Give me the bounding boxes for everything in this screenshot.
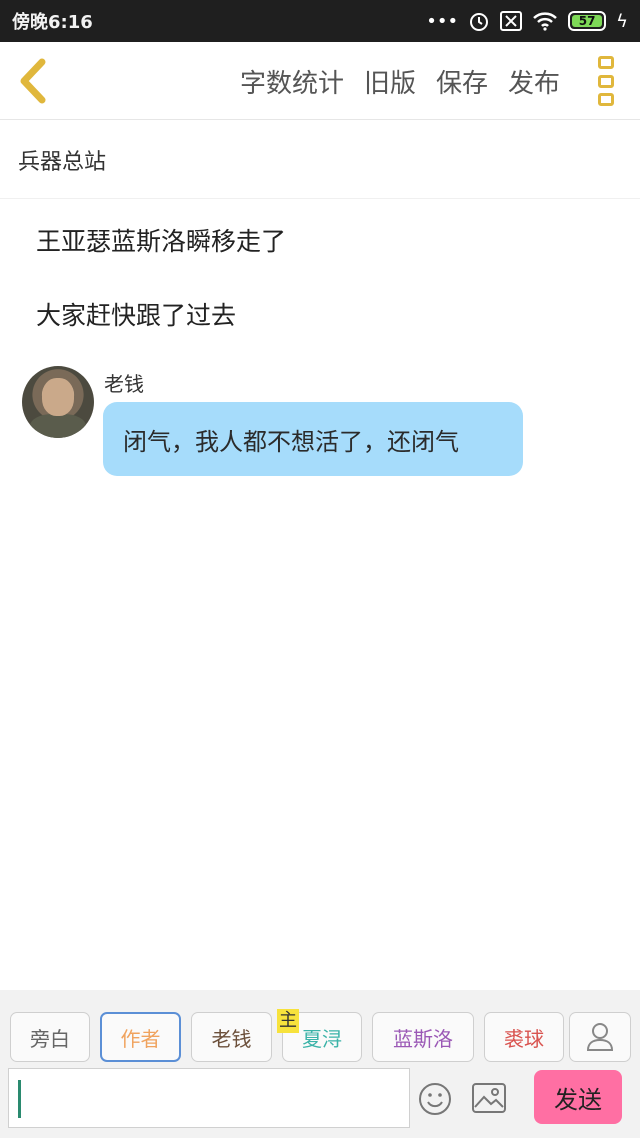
role-xiaxun[interactable]: 主 夏浔: [277, 1009, 362, 1062]
toolbar-actions: 字数统计 旧版 保存 发布: [240, 42, 560, 120]
main-role-badge: 主: [277, 1009, 299, 1033]
charging-icon: ϟ: [616, 10, 628, 32]
composer-panel: 旁白 作者 老钱 主 夏浔 蓝斯洛 裘球 发送: [0, 990, 640, 1138]
narration-line[interactable]: 大家赶快跟了过去: [36, 296, 236, 332]
role-laoqian[interactable]: 老钱: [191, 1012, 272, 1062]
role-label: 老钱: [211, 1026, 252, 1051]
role-label: 夏浔: [302, 1026, 342, 1051]
alarm-icon: [470, 13, 489, 31]
role-label: 裘球: [504, 1026, 544, 1051]
role-author[interactable]: 作者: [100, 1012, 181, 1062]
story-content: 王亚瑟蓝斯洛瞬移走了 大家赶快跟了过去 老钱 闭气，我人都不想活了，还闭气: [0, 200, 640, 990]
input-row: 发送: [8, 1068, 632, 1130]
more-vertical-icon[interactable]: [598, 56, 616, 106]
chat-message: 老钱 闭气，我人都不想活了，还闭气: [22, 366, 582, 486]
image-icon[interactable]: [472, 1083, 506, 1113]
save-button[interactable]: 保存: [436, 63, 488, 100]
sim-off-icon: [500, 11, 523, 31]
old-version-button[interactable]: 旧版: [364, 63, 416, 100]
role-lansiluo[interactable]: 蓝斯洛: [372, 1012, 474, 1062]
status-icons: ••• 57 ϟ: [426, 10, 628, 32]
message-input[interactable]: [8, 1068, 410, 1128]
emoji-icon[interactable]: [418, 1082, 452, 1116]
status-time: 傍晚6:16: [12, 12, 93, 33]
narration-line[interactable]: 王亚瑟蓝斯洛瞬移走了: [36, 222, 286, 258]
battery-icon: 57: [568, 11, 607, 31]
more-dots-icon: •••: [426, 10, 459, 32]
word-count-button[interactable]: 字数统计: [240, 63, 344, 100]
editor-toolbar: 字数统计 旧版 保存 发布: [0, 42, 640, 120]
chapter-title: 兵器总站: [18, 149, 107, 175]
speaker-name: 老钱: [104, 372, 144, 396]
role-label: 蓝斯洛: [393, 1026, 453, 1051]
text-caret: [18, 1080, 21, 1118]
chapter-bar[interactable]: 兵器总站: [0, 121, 640, 199]
role-narrator[interactable]: 旁白: [10, 1012, 90, 1062]
back-chevron-icon[interactable]: [14, 56, 54, 106]
user-icon[interactable]: [569, 1012, 631, 1062]
role-qiuqiu[interactable]: 裘球: [484, 1012, 564, 1062]
avatar[interactable]: [22, 366, 94, 438]
role-selector: 旁白 作者 老钱 主 夏浔 蓝斯洛 裘球: [10, 1009, 632, 1062]
status-bar: 傍晚6:16 ••• 57 ϟ: [0, 0, 640, 42]
wifi-icon: [533, 12, 557, 31]
publish-button[interactable]: 发布: [508, 63, 560, 100]
role-label: 旁白: [30, 1026, 70, 1051]
send-button[interactable]: 发送: [534, 1070, 622, 1124]
role-label: 作者: [120, 1026, 161, 1051]
battery-level: 57: [572, 14, 603, 28]
message-bubble[interactable]: 闭气，我人都不想活了，还闭气: [103, 402, 523, 476]
